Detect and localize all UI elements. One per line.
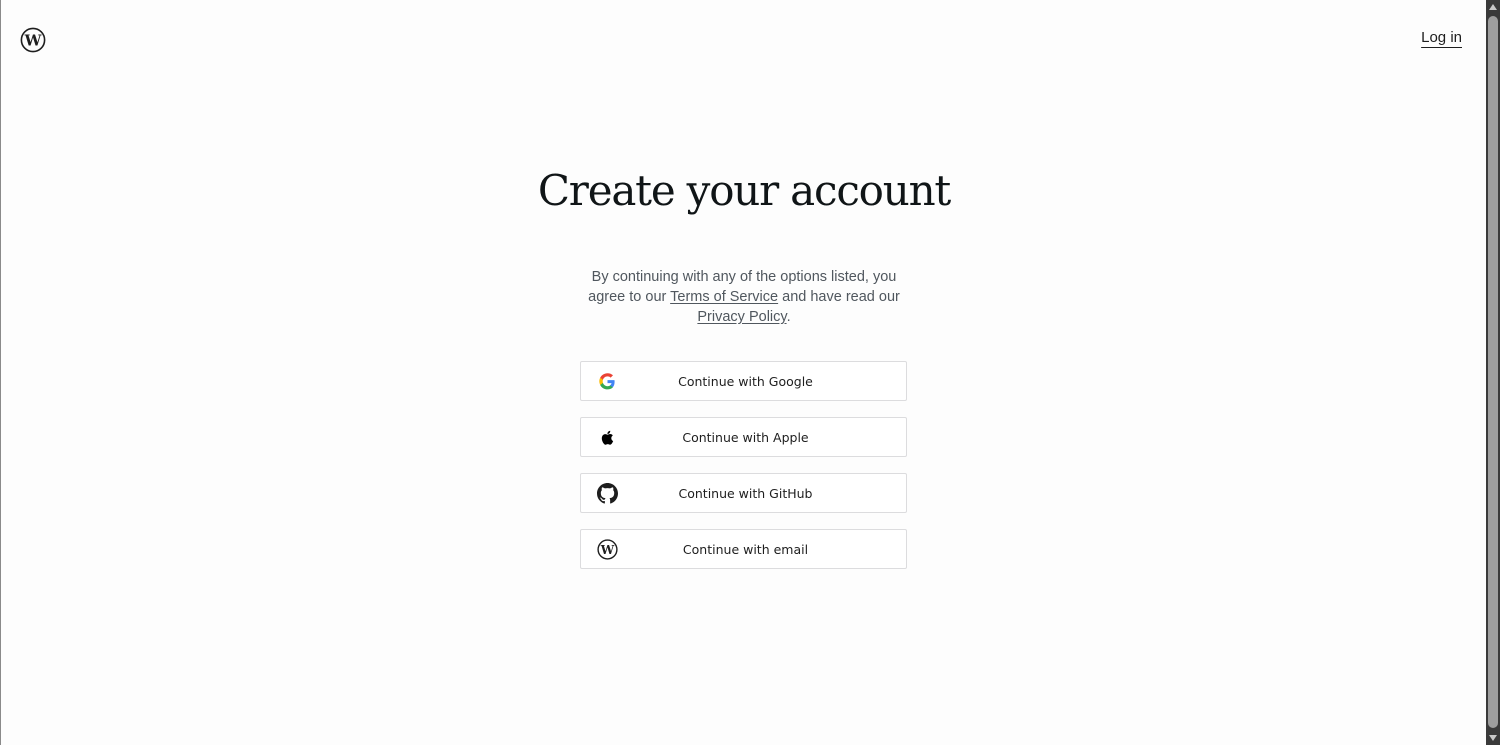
google-button-label: Continue with Google [678, 374, 813, 389]
terms-middle: and have read our [778, 289, 900, 305]
scroll-up-arrow-icon[interactable] [1489, 4, 1497, 10]
continue-with-email-button[interactable]: W Continue with email [580, 529, 907, 569]
continue-with-github-button[interactable]: Continue with GitHub [580, 473, 907, 513]
continue-with-google-button[interactable]: Continue with Google [580, 361, 907, 401]
signup-page: W Log in Create your account By continui… [0, 0, 1486, 745]
vertical-scrollbar[interactable] [1486, 0, 1500, 745]
scroll-down-arrow-icon[interactable] [1489, 735, 1497, 741]
terms-notice: By continuing with any of the options li… [587, 267, 901, 327]
scrollbar-thumb[interactable] [1488, 16, 1498, 728]
continue-with-apple-button[interactable]: Continue with Apple [580, 417, 907, 457]
svg-text:W: W [24, 32, 43, 50]
login-link[interactable]: Log in [1421, 29, 1462, 46]
page-title: Create your account [537, 166, 951, 215]
github-button-label: Continue with GitHub [678, 486, 813, 501]
terms-suffix: . [786, 309, 791, 325]
wordpress-logo-icon[interactable]: W [20, 27, 46, 53]
privacy-policy-link[interactable]: Privacy Policy [697, 309, 786, 325]
apple-button-label: Continue with Apple [682, 430, 809, 445]
email-button-label: Continue with email [682, 542, 809, 557]
terms-of-service-link[interactable]: Terms of Service [670, 289, 778, 305]
